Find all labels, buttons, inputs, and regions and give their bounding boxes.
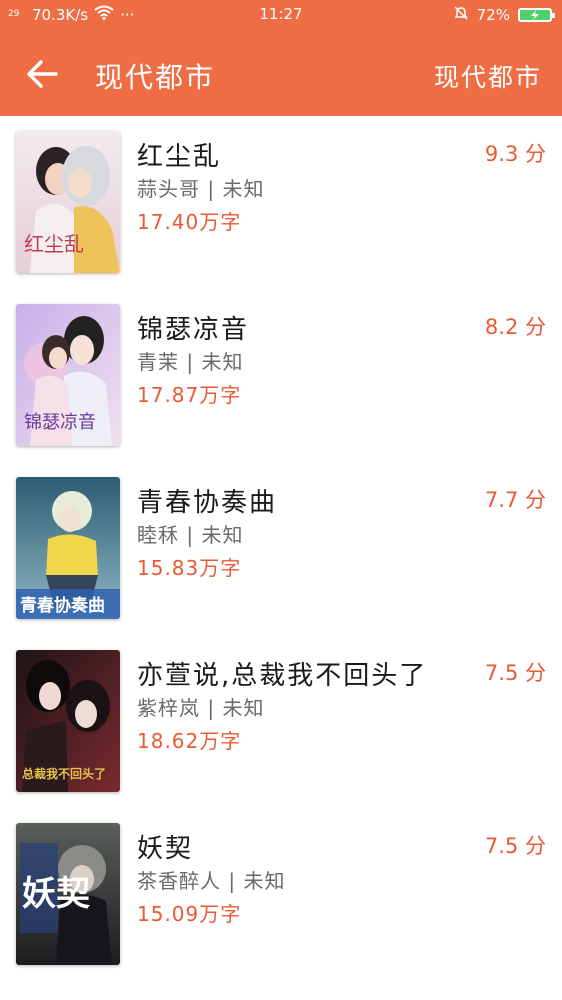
arrow-left-icon bbox=[27, 60, 58, 88]
cover-title: 青春协奏曲 bbox=[20, 595, 105, 616]
book-author-status: 青茉 | 未知 bbox=[137, 350, 244, 374]
book-score: 7.7 分 bbox=[484, 488, 546, 512]
cover-title: 总裁我不回头了 bbox=[22, 766, 106, 781]
book-author-status: 睦秝 | 未知 bbox=[137, 523, 244, 547]
book-score: 7.5 分 bbox=[484, 661, 546, 685]
book-cover[interactable]: 总裁我不回头了 bbox=[16, 650, 120, 792]
mute-bell-icon bbox=[453, 5, 469, 25]
book-author-status: 紫梓岚 | 未知 bbox=[137, 696, 265, 720]
back-button[interactable] bbox=[20, 52, 64, 96]
category-label[interactable]: 现代都市 bbox=[434, 58, 542, 94]
book-author-status: 茶香醉人 | 未知 bbox=[137, 869, 286, 893]
book-list: 红尘乱 红尘乱 蒜头哥 | 未知 17.40万字 9.3 分 锦瑟凉音 锦瑟凉音… bbox=[0, 116, 562, 981]
book-item[interactable]: 妖契 妖契 茶香醉人 | 未知 15.09万字 7.5 分 bbox=[0, 808, 562, 981]
book-title: 妖契 bbox=[137, 834, 194, 864]
book-item[interactable]: 红尘乱 红尘乱 蒜头哥 | 未知 17.40万字 9.3 分 bbox=[0, 116, 562, 289]
book-item[interactable]: 青春协奏曲 青春协奏曲 睦秝 | 未知 15.83万字 7.7 分 bbox=[0, 462, 562, 635]
battery-percent: 72% bbox=[476, 6, 510, 24]
book-score: 9.3 分 bbox=[484, 142, 546, 166]
book-word-count: 15.83万字 bbox=[137, 556, 242, 580]
book-score: 8.2 分 bbox=[484, 315, 546, 339]
app-bar: 现代都市 现代都市 bbox=[0, 30, 562, 116]
book-cover[interactable]: 青春协奏曲 bbox=[16, 477, 120, 619]
book-score: 7.5 分 bbox=[484, 834, 546, 858]
book-cover[interactable]: 红尘乱 bbox=[16, 131, 120, 273]
book-word-count: 15.09万字 bbox=[137, 902, 242, 926]
book-author-status: 蒜头哥 | 未知 bbox=[137, 177, 265, 201]
book-cover[interactable]: 妖契 bbox=[16, 823, 120, 965]
book-title: 青春协奏曲 bbox=[137, 488, 278, 518]
book-title: 红尘乱 bbox=[137, 142, 222, 172]
book-title: 亦萱说,总裁我不回头了 bbox=[137, 661, 428, 691]
book-item[interactable]: 锦瑟凉音 锦瑟凉音 青茉 | 未知 17.87万字 8.2 分 bbox=[0, 289, 562, 462]
cover-title: 妖契 bbox=[22, 874, 90, 914]
page-title: 现代都市 bbox=[95, 61, 216, 94]
book-word-count: 18.62万字 bbox=[137, 729, 242, 753]
cover-title: 锦瑟凉音 bbox=[24, 412, 96, 433]
book-item[interactable]: 总裁我不回头了 亦萱说,总裁我不回头了 紫梓岚 | 未知 18.62万字 7.5… bbox=[0, 635, 562, 808]
book-title: 锦瑟凉音 bbox=[137, 315, 250, 345]
status-bar: 29 70.3K/s ··· 11:27 72% bbox=[0, 0, 562, 30]
battery-icon bbox=[518, 8, 555, 22]
book-word-count: 17.40万字 bbox=[137, 210, 242, 234]
book-word-count: 17.87万字 bbox=[137, 383, 242, 407]
book-cover[interactable]: 锦瑟凉音 bbox=[16, 304, 120, 446]
cover-title: 红尘乱 bbox=[24, 232, 84, 256]
